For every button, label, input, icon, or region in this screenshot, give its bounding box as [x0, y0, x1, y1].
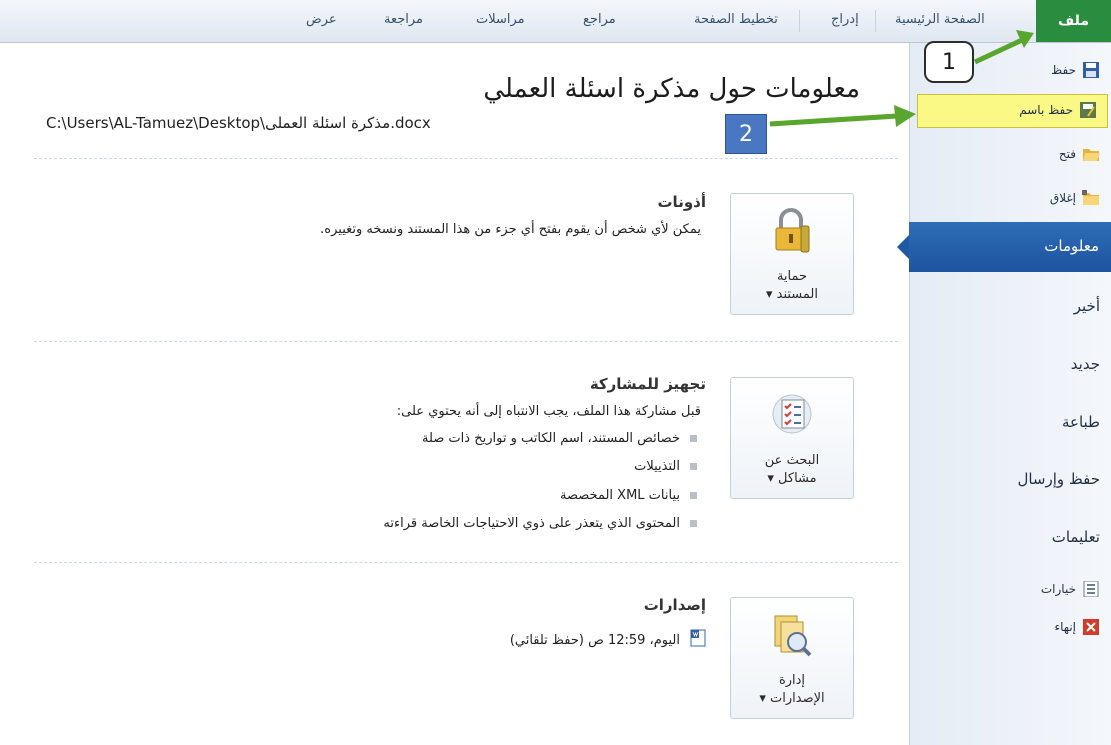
arrow-2-head	[894, 105, 916, 127]
arrow-1	[973, 37, 1024, 65]
arrow-2	[769, 113, 898, 127]
step-1-badge: 1	[924, 41, 974, 83]
step-2-badge: 2	[725, 114, 767, 154]
annotation-arrows	[769, 30, 1034, 127]
